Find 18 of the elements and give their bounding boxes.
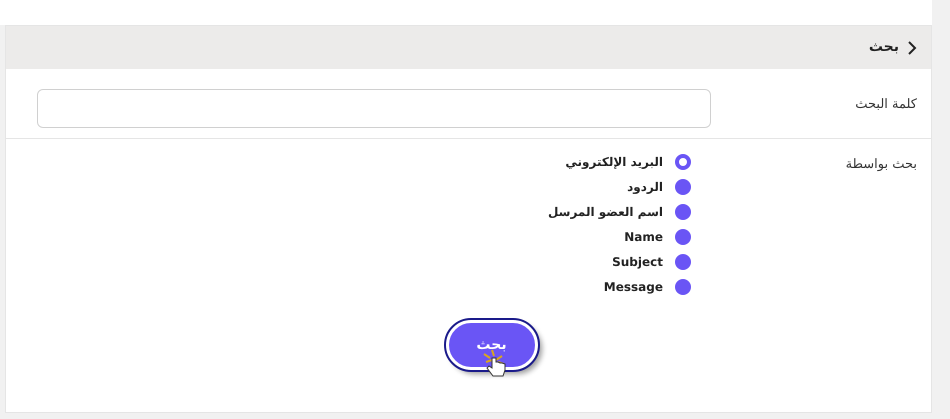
radio-option[interactable]: اسم العضو المرسل — [548, 203, 691, 221]
radio-option[interactable]: Subject — [548, 253, 691, 271]
radio-button[interactable] — [675, 254, 691, 270]
radio-button[interactable] — [675, 154, 691, 170]
radio-option[interactable]: Message — [548, 278, 691, 296]
radio-option[interactable]: Name — [548, 228, 691, 246]
chevron-icon[interactable] — [907, 40, 917, 54]
radio-option[interactable]: البريد الإلكتروني — [548, 153, 691, 171]
radio-button[interactable] — [675, 229, 691, 245]
field-label: كلمة البحث — [854, 96, 918, 114]
field-label: بحث بواسطة — [844, 156, 918, 174]
search-button[interactable]: بحث — [446, 320, 538, 370]
radio-button[interactable] — [675, 279, 691, 295]
panel-title: بحث — [868, 38, 899, 57]
keyword-input[interactable] — [37, 89, 711, 128]
radio-option[interactable]: الردود — [548, 178, 691, 196]
radio-button[interactable] — [675, 204, 691, 220]
radio-button[interactable] — [675, 179, 691, 195]
